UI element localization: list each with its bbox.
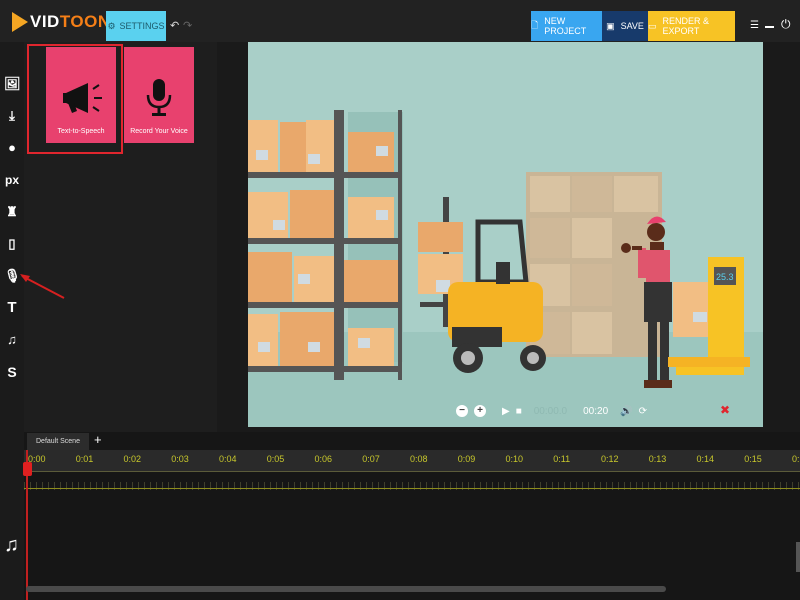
new-file-icon: 🗋 (531, 20, 539, 30)
timeline: Default Scene + 0:00 0:01 0:02 0:03 0:04 0:05… (23, 432, 800, 600)
gear-icon: ⚙ (107, 20, 116, 31)
stop-icon[interactable]: ■ (516, 406, 522, 417)
loop-icon[interactable]: ⟳ (639, 406, 647, 417)
save-button[interactable]: ▣ SAVE (602, 11, 648, 41)
annotation-arrow (20, 274, 65, 299)
vertical-scrollbar[interactable] (796, 542, 800, 572)
fullscreen-icon[interactable]: ✖ (720, 403, 730, 417)
time-tick: 0:10 (505, 454, 524, 464)
timeline-scrollbar[interactable] (26, 586, 666, 592)
microphone-icon (146, 79, 172, 116)
music-icon[interactable]: ♫ (4, 332, 20, 348)
play-icon[interactable]: ▶ (502, 406, 510, 417)
image-icon[interactable]: 🖼 (4, 76, 21, 92)
vidtoon-logo: VID TOON (12, 10, 111, 34)
top-bar: VID TOON ⚙ SETTINGS ↶ ↷ 🗋 NEW PROJECT ▣ … (0, 0, 800, 42)
time-tick: 0:01 (75, 454, 94, 464)
current-time: 00:00.0 (533, 405, 568, 417)
floppy-icon: ▣ (606, 20, 615, 31)
power-icon[interactable]: ⏻ (781, 17, 791, 32)
save-label: SAVE (620, 21, 644, 31)
warehouse-scene: 25.3 (248, 42, 763, 427)
settings-button[interactable]: ⚙ SETTINGS (106, 11, 166, 41)
add-scene-button[interactable]: + (94, 432, 102, 447)
logo-text-toon: TOON (59, 12, 111, 31)
download-icon[interactable]: ⤓ (4, 108, 20, 124)
time-tick: 0:08 (410, 454, 428, 464)
playhead[interactable] (23, 450, 32, 600)
time-tick: 0:09 (457, 454, 476, 464)
render-export-button[interactable]: ▭ RENDER & EXPORT (648, 11, 735, 41)
logo-text-vid: VID (30, 12, 60, 31)
settings-label: SETTINGS (119, 21, 165, 31)
redo-icon[interactable]: ↷ (183, 19, 192, 32)
time-tick: 0:15 (744, 454, 762, 464)
s-icon[interactable]: S (4, 364, 20, 380)
asset-sidebar: 🖼 ⤓ ● px ♜ ▯ 🎙 T ♫ S (0, 42, 24, 600)
time-ruler[interactable]: 0:00 0:01 0:02 0:03 0:04 0:05 0:06 0:07 0:08 0:09… (24, 450, 800, 490)
duration-time: 00:20 (583, 405, 609, 417)
time-tick: 0:02 (123, 454, 142, 464)
time-tick: 0:05 (266, 454, 285, 464)
zoom-in-icon[interactable]: + (474, 405, 486, 417)
props-icon[interactable]: ♜ (4, 204, 20, 220)
menu-icon[interactable]: ☰ (750, 20, 759, 31)
time-tick: 0:16 (792, 454, 800, 464)
text-icon[interactable]: T (4, 300, 20, 316)
time-tick: 0:14 (696, 454, 715, 464)
undo-icon[interactable]: ↶ (170, 19, 179, 32)
render-label: RENDER & EXPORT (662, 16, 710, 36)
time-tick: 0:04 (219, 454, 237, 464)
time-tick: 0:12 (601, 454, 619, 464)
scene-tab[interactable]: Default Scene (27, 433, 89, 450)
scene-canvas[interactable]: 25.3 (248, 42, 763, 427)
new-project-label: NEW PROJECT (544, 16, 587, 36)
playhead-handle[interactable] (23, 462, 32, 476)
new-project-button[interactable]: 🗋 NEW PROJECT (531, 11, 602, 41)
record-voice-card[interactable]: Record Your Voice (124, 47, 194, 143)
minimize-icon[interactable] (765, 26, 774, 28)
px-icon[interactable]: px (4, 172, 20, 188)
highlight-box (27, 44, 123, 154)
time-tick: 0:06 (314, 454, 333, 464)
time-tick: 0:11 (553, 454, 571, 464)
volume-icon[interactable]: 🔊 (620, 406, 632, 417)
character-icon[interactable]: ● (4, 140, 20, 156)
card-label: Record Your Voice (130, 128, 188, 135)
track-line (24, 488, 800, 489)
logo-play-icon (12, 12, 28, 32)
document-icon[interactable]: ▯ (4, 236, 20, 252)
audio-panel: Text-to-Speech Record Your Voice (24, 42, 217, 432)
zoom-out-icon[interactable]: − (456, 405, 468, 417)
time-tick: 0:07 (362, 454, 380, 464)
music-track-icon[interactable]: ♫ (4, 534, 19, 557)
monitor-icon: ▭ (648, 20, 657, 31)
app-window: VID TOON ⚙ SETTINGS ↶ ↷ 🗋 NEW PROJECT ▣ … (0, 0, 800, 600)
scale-reading: 25.3 (716, 272, 734, 282)
time-tick: 0:13 (648, 454, 667, 464)
time-tick: 0:03 (171, 454, 189, 464)
playback-controls: − + ▶ ■ 00:00.0 00:20 🔊 ⟳ (456, 403, 647, 419)
